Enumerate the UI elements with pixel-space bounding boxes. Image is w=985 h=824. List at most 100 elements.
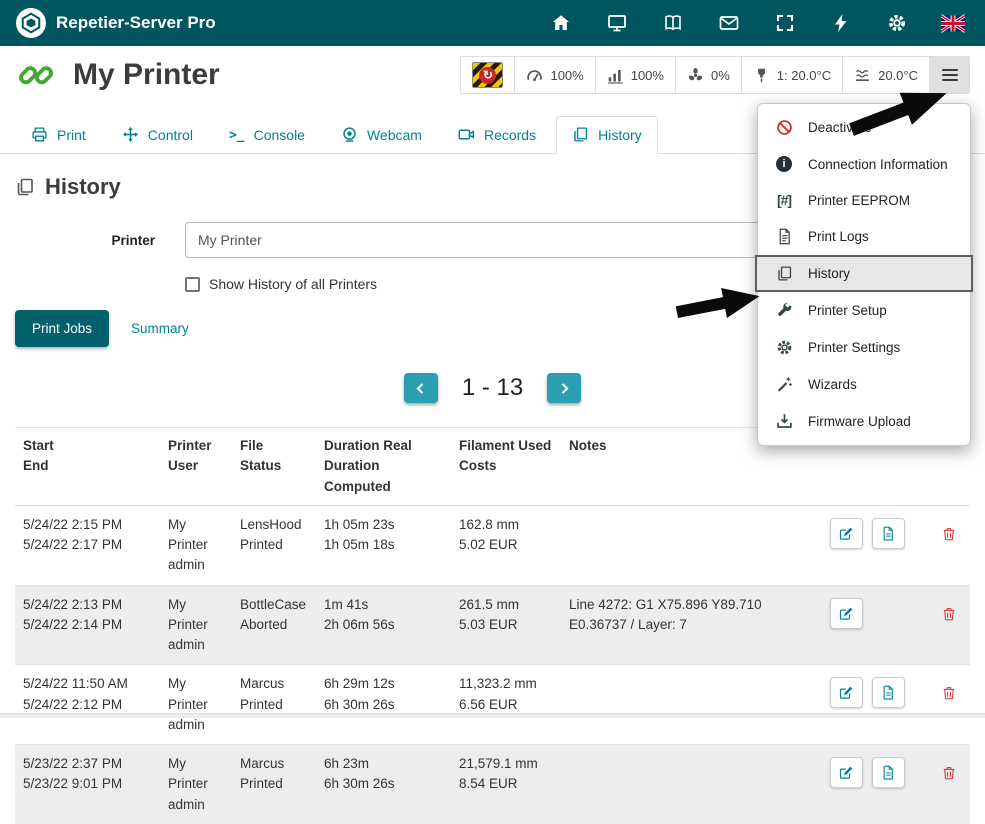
language-flag-uk-icon[interactable]: [941, 11, 965, 35]
menu-item-label: Firmware Upload: [808, 414, 911, 429]
edit-note-button[interactable]: [830, 598, 863, 629]
cell-filament-costs: 21,579.1 mm8.54 EUR: [451, 745, 561, 824]
next-page-button[interactable]: [547, 373, 581, 403]
documentation-icon[interactable]: [661, 11, 685, 35]
cell-file-status: MarcusPrinted: [232, 745, 316, 824]
pencil-icon: [839, 685, 854, 700]
cell-duration: 6h 29m 12s6h 30m 26s: [316, 665, 451, 745]
file-pdf-icon: [881, 526, 896, 541]
fan-status[interactable]: 0%: [675, 57, 741, 93]
printer-menu: Deactivate Connection Information Printe…: [757, 103, 971, 446]
cell-start-end: 5/24/22 2:13 PM5/24/22 2:14 PM: [15, 585, 160, 665]
history-icon: [15, 177, 35, 197]
extruder-icon: [753, 67, 770, 84]
printer-select-value: My Printer: [198, 232, 262, 248]
delete-entry-button[interactable]: [936, 757, 962, 788]
tab-print[interactable]: Print: [15, 116, 102, 154]
tab-webcam[interactable]: Webcam: [325, 116, 438, 154]
cell-duration: 6h 23m6h 30m 26s: [316, 745, 451, 824]
menu-item-label: Deactivate: [808, 120, 872, 135]
cell-actions: [822, 585, 970, 665]
print-logs-icon: [773, 228, 795, 245]
printer-menu-button[interactable]: [929, 57, 969, 93]
pdf-report-button[interactable]: [872, 677, 905, 708]
checkbox-label: Show History of all Printers: [209, 276, 377, 292]
extruder-temp-value: 1: 20.0°C: [777, 68, 831, 83]
cell-start-end: 5/23/22 2:37 PM5/23/22 9:01 PM: [15, 745, 160, 824]
info-icon: [773, 156, 795, 172]
col-header-start-end: StartEnd: [15, 428, 160, 506]
cell-printer-user: My Printeradmin: [160, 665, 232, 745]
fan-icon: [687, 67, 704, 84]
repetier-logo-icon: [16, 8, 46, 38]
summary-button[interactable]: Summary: [123, 310, 197, 347]
menu-item-printer-setup[interactable]: Printer Setup: [758, 292, 970, 329]
menu-item-label: Print Logs: [808, 229, 869, 244]
menu-item-printer-settings[interactable]: Printer Settings: [758, 329, 970, 366]
printers-icon[interactable]: [605, 11, 629, 35]
checkbox-box[interactable]: [185, 277, 200, 292]
emergency-stop-button[interactable]: [461, 57, 514, 93]
emergency-stop-icon: [472, 62, 503, 88]
table-row: 5/23/22 2:37 PM5/23/22 9:01 PM My Printe…: [15, 745, 970, 824]
cell-file-status: LensHoodPrinted: [232, 505, 316, 585]
printer-select-label: Printer: [15, 233, 155, 248]
delete-entry-button[interactable]: [936, 598, 962, 629]
edit-note-button[interactable]: [830, 518, 863, 549]
menu-item-wizards[interactable]: Wizards: [758, 366, 970, 403]
menu-item-firmware-upload[interactable]: Firmware Upload: [758, 403, 970, 440]
fullscreen-icon[interactable]: [773, 11, 797, 35]
tab-label: Webcam: [367, 127, 422, 143]
pencil-icon: [839, 765, 854, 780]
cell-filament-costs: 162.8 mm5.02 EUR: [451, 505, 561, 585]
fan-value: 0%: [711, 68, 730, 83]
topbar: Repetier-Server Pro: [0, 0, 985, 46]
print-jobs-button[interactable]: Print Jobs: [15, 310, 109, 347]
tab-console[interactable]: Console: [213, 116, 321, 154]
delete-entry-button[interactable]: [936, 518, 962, 549]
trash-icon: [942, 684, 956, 701]
pdf-report-button[interactable]: [872, 518, 905, 549]
tab-history[interactable]: History: [556, 116, 658, 154]
col-header-file-status: FileStatus: [232, 428, 316, 506]
firmware-upload-icon: [773, 413, 795, 430]
prev-page-button[interactable]: [404, 373, 438, 403]
tab-control[interactable]: Control: [106, 116, 209, 154]
messages-icon[interactable]: [717, 11, 741, 35]
gear-icon: [773, 339, 795, 356]
menu-item-connection-information[interactable]: Connection Information: [758, 146, 970, 182]
tab-records[interactable]: Records: [442, 116, 552, 154]
table-row: 5/24/22 11:50 AM5/24/22 2:12 PM My Print…: [15, 665, 970, 745]
pencil-icon: [839, 526, 854, 541]
tab-label: Console: [254, 127, 305, 143]
pdf-report-button[interactable]: [872, 757, 905, 788]
eeprom-icon: [773, 192, 795, 208]
edit-note-button[interactable]: [830, 757, 863, 788]
bed-temp-status[interactable]: 20.0°C: [842, 57, 929, 93]
menu-item-print-logs[interactable]: Print Logs: [758, 218, 970, 255]
delete-entry-button[interactable]: [936, 677, 962, 708]
menu-item-history[interactable]: History: [755, 255, 973, 292]
pencil-icon: [839, 606, 854, 621]
col-header-filament-costs: Filament UsedCosts: [451, 428, 561, 506]
tab-label: Records: [484, 127, 536, 143]
menu-item-deactivate[interactable]: Deactivate: [758, 109, 970, 146]
menu-item-printer-eeprom[interactable]: Printer EEPROM: [758, 182, 970, 218]
wand-icon: [773, 376, 795, 393]
feedrate-value: 100%: [550, 68, 583, 83]
global-settings-icon[interactable]: [885, 11, 909, 35]
cell-notes: [561, 665, 822, 745]
extruder-temp-status[interactable]: 1: 20.0°C: [741, 57, 842, 93]
cell-filament-costs: 261.5 mm5.03 EUR: [451, 585, 561, 665]
cell-printer-user: My Printeradmin: [160, 745, 232, 824]
home-icon[interactable]: [549, 11, 573, 35]
records-icon: [458, 126, 475, 143]
history-icon: [572, 126, 589, 143]
page-range-label: 1 - 13: [462, 374, 523, 402]
quick-commands-icon[interactable]: [829, 11, 853, 35]
flow-status[interactable]: 100%: [595, 57, 675, 93]
chevron-right-icon: [558, 382, 571, 395]
tab-label: History: [598, 127, 642, 143]
feedrate-status[interactable]: 100%: [514, 57, 594, 93]
edit-note-button[interactable]: [830, 677, 863, 708]
